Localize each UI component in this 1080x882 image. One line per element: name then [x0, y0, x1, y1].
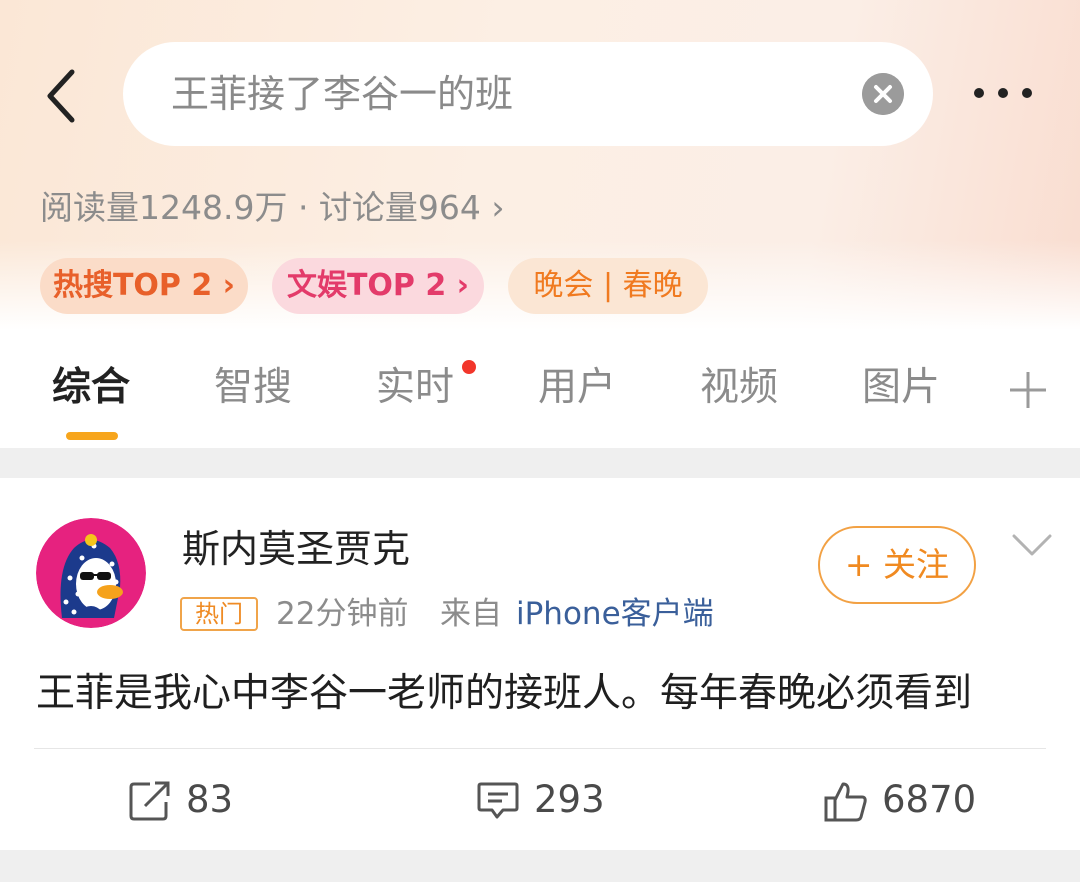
back-icon[interactable] [42, 66, 96, 126]
tab-smart-search[interactable]: 智搜 [214, 360, 292, 416]
comment-count: 293 [534, 778, 605, 821]
avatar[interactable] [36, 518, 146, 628]
gala-tag[interactable]: 晚会 | 春晚 [508, 258, 708, 314]
chevron-down-icon[interactable] [1010, 530, 1054, 560]
like-button[interactable]: 6870 [824, 770, 1004, 830]
source-prefix: 来自 [440, 596, 502, 632]
repost-count: 83 [186, 778, 234, 821]
source-link[interactable]: iPhone客户端 [516, 592, 714, 636]
tab-bar: 综合 智搜 实时 用户 视频 图片 [0, 330, 1080, 448]
hot-search-tag[interactable]: 热搜TOP 2 › [40, 258, 248, 314]
repost-button[interactable]: 83 [128, 770, 268, 830]
share-icon [129, 781, 170, 821]
comment-button[interactable]: 293 [476, 770, 636, 830]
follow-button[interactable]: + 关注 [818, 526, 976, 604]
tab-images[interactable]: 图片 [862, 360, 940, 416]
post-time: 22分钟前 [276, 596, 409, 632]
active-tab-indicator [66, 432, 118, 440]
like-count: 6870 [882, 778, 977, 821]
new-content-dot [462, 360, 476, 374]
search-query: 王菲接了李谷一的班 [171, 72, 514, 116]
divider [34, 748, 1046, 749]
post-card: 斯内莫圣贾克 热门 22分钟前 来自 iPhone客户端 + 关注 王菲是我心中… [0, 478, 1080, 850]
comment-icon [477, 782, 519, 819]
tab-users[interactable]: 用户 [538, 360, 616, 416]
clear-icon[interactable] [862, 73, 904, 115]
more-icon[interactable] [968, 78, 1038, 108]
username[interactable]: 斯内莫圣贾克 [182, 522, 410, 576]
post-text[interactable]: 王菲是我心中李谷一老师的接班人。每年春晚必须看到 [36, 666, 972, 722]
tab-comprehensive[interactable]: 综合 [52, 360, 130, 416]
tab-realtime[interactable]: 实时 [376, 360, 454, 416]
search-input[interactable]: 王菲接了李谷一的班 [123, 42, 933, 146]
entertainment-tag[interactable]: 文娱TOP 2 › [272, 258, 484, 314]
hot-badge: 热门 [180, 597, 258, 631]
tab-video[interactable]: 视频 [700, 360, 778, 416]
topic-stats[interactable]: 阅读量1248.9万 · 讨论量964 › [40, 186, 505, 230]
like-icon [824, 782, 867, 822]
plus-icon[interactable] [1008, 370, 1048, 410]
